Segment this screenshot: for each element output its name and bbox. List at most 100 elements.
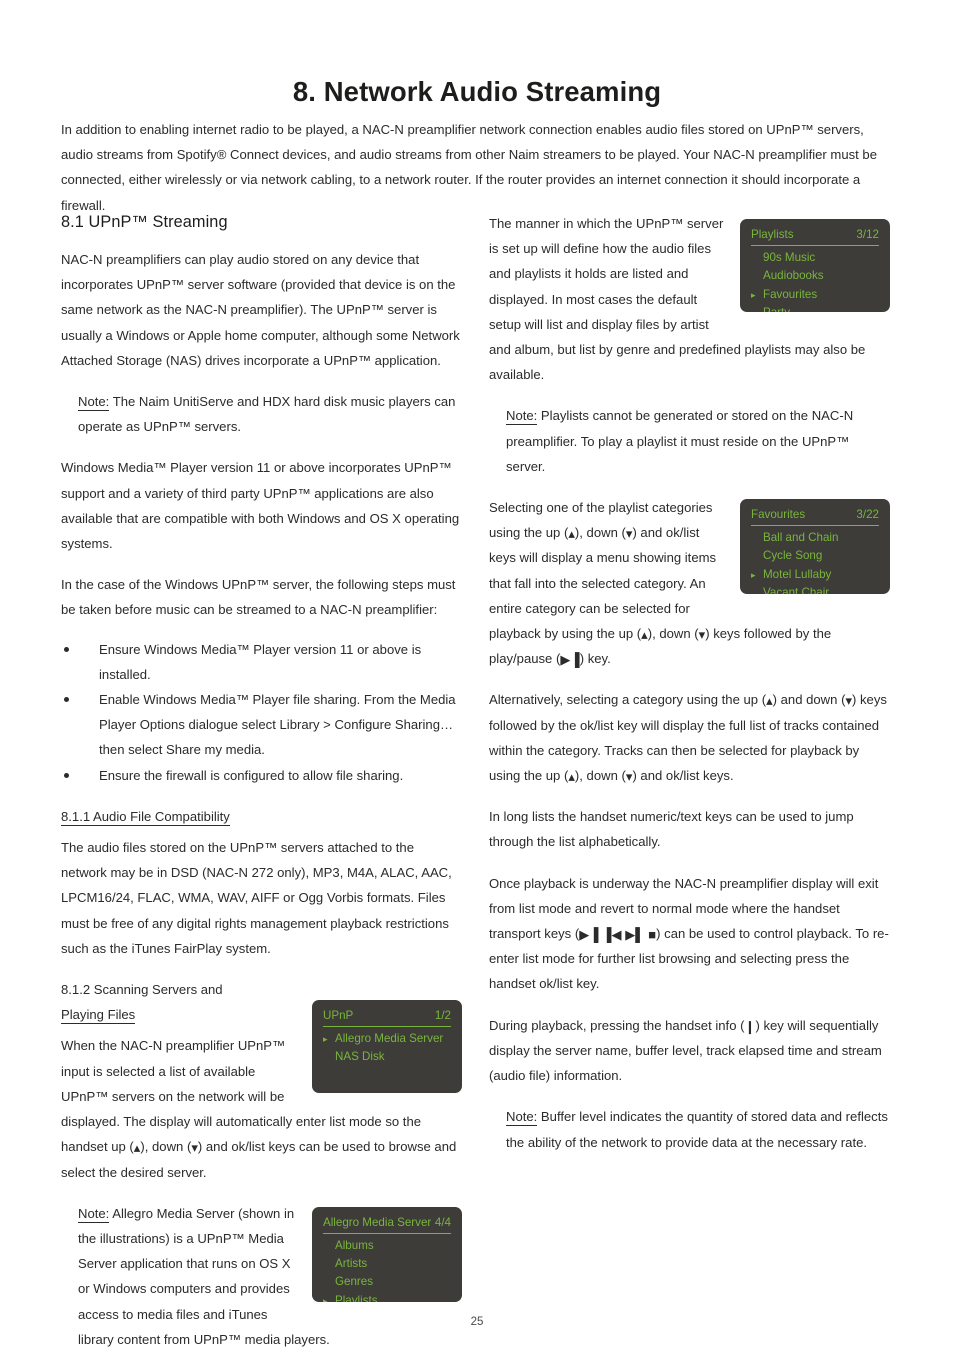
up-arrow-icon: ▴ <box>766 693 773 709</box>
upnp-display-block: UPnP 1/2 ▸ Allegro Media Server NAS Disk … <box>61 977 462 1201</box>
up-arrow-icon: ▴ <box>641 627 648 643</box>
display-list-item-label: Party <box>763 306 790 312</box>
display-list-item-label: Audiobooks <box>763 269 824 283</box>
document-page: 8. Network Audio Streaming In addition t… <box>0 0 954 1350</box>
info-icon: ❙ <box>744 1018 756 1034</box>
display-list-item[interactable]: NAS Disk <box>323 1048 451 1066</box>
note-label: Note: <box>506 408 538 426</box>
windows-setup-steps: Ensure Windows Media™ Player version 11 … <box>61 637 462 788</box>
device-display-upnp: UPnP 1/2 ▸ Allegro Media Server NAS Disk <box>312 1000 462 1094</box>
playlists-display-block: Playlists 3/12 90s Music Audiobooks ▸ Fav… <box>489 211 890 403</box>
up-arrow-icon: ▴ <box>568 769 575 785</box>
display-count: 4/4 <box>434 1215 451 1229</box>
display-count: 1/2 <box>434 1009 451 1023</box>
left-note-1: Note: The Naim UnitiServe and HDX hard d… <box>61 389 462 439</box>
right-paragraph-4: In long lists the handset numeric/text k… <box>489 809 854 850</box>
right-paragraph-2-part-b: ), down ( <box>574 525 626 541</box>
down-arrow-icon: ▾ <box>191 1140 198 1156</box>
display-list-item-label: NAS Disk <box>335 1050 385 1064</box>
section-heading-8-1: 8.1 UPnP™ Streaming <box>61 213 228 231</box>
play-pause-icon: ▶▐ <box>579 927 599 943</box>
display-list-item[interactable]: Party <box>751 304 879 312</box>
right-paragraph-6: During playback, pressing the handset in… <box>489 1013 890 1089</box>
display-list-item[interactable]: Audiobooks <box>751 267 879 285</box>
display-title: Allegro Media Server <box>323 1215 432 1229</box>
display-list-item[interactable]: Cycle Song <box>751 547 879 565</box>
display-list-item-label: Playlists <box>335 1293 378 1302</box>
display-list-item-label: Cycle Song <box>763 549 823 563</box>
right-note-2: Note: Buffer level indicates the quantit… <box>489 1104 890 1154</box>
display-list-item[interactable]: 90s Music <box>751 249 879 267</box>
display-count: 3/22 <box>856 508 879 522</box>
list-item: Ensure the firewall is configured to all… <box>61 763 462 788</box>
note-label: Note: <box>506 1109 538 1127</box>
device-display-allegro: Allegro Media Server 4/4 Albums Artists … <box>312 1206 462 1302</box>
display-list-item-label: Vacant Chair <box>763 585 830 595</box>
left-paragraph-3: In the case of the Windows UPnP™ server,… <box>61 577 456 618</box>
right-paragraph-3-part-a: Alternatively, selecting a category usin… <box>489 692 767 708</box>
left-column: 8.1 UPnP™ Streaming NAC-N preamplifiers … <box>61 211 462 1368</box>
device-display-playlists: Playlists 3/12 90s Music Audiobooks ▸ Fav… <box>740 219 890 312</box>
display-list-item-label: Artists <box>335 1257 368 1271</box>
display-list-item[interactable]: Genres <box>323 1273 451 1291</box>
note-text: Buffer level indicates the quantity of s… <box>506 1109 888 1150</box>
display-title: UPnP <box>323 1009 354 1023</box>
favourites-display-block: Favourites 3/22 Ball and Chain Cycle Son… <box>489 495 890 687</box>
display-list-item[interactable]: ▸ Favourites <box>751 286 879 304</box>
display-list-item-label: 90s Music <box>763 251 816 265</box>
display-count: 3/12 <box>856 228 879 241</box>
display-list-item-label: Genres <box>335 1275 374 1289</box>
display-header: UPnP 1/2 <box>323 1007 451 1028</box>
display-list-item[interactable]: ▸ Playlists <box>323 1292 451 1302</box>
list-item: Ensure Windows Media™ Player version 11 … <box>61 637 462 687</box>
note-label: Note: <box>78 394 110 412</box>
display-title: Playlists <box>751 228 794 241</box>
note-label: Note: <box>78 1205 110 1223</box>
right-column: Playlists 3/12 90s Music Audiobooks ▸ Fav… <box>489 211 890 1171</box>
display-header: Playlists 3/12 <box>751 226 879 247</box>
display-list-item-label: Albums <box>335 1238 374 1252</box>
display-list-item-label: Allegro Media Server <box>335 1032 444 1046</box>
intro-paragraph: In addition to enabling internet radio t… <box>61 122 877 213</box>
left-paragraph-5-part-b: ), down ( <box>140 1139 192 1155</box>
right-paragraph-3-part-d: ), down ( <box>574 768 626 784</box>
display-list-item[interactable]: Albums <box>323 1237 451 1255</box>
page-number: 25 <box>470 1316 484 1328</box>
display-list-item-label: Motel Lullaby <box>763 567 832 581</box>
allegro-display-block: Allegro Media Server 4/4 Albums Artists … <box>61 1201 462 1368</box>
display-title: Favourites <box>751 508 806 522</box>
subsection-heading-text: 8.1.1 Audio File Compatibility <box>61 808 230 826</box>
right-paragraph-5: Once playback is underway the NAC-N prea… <box>489 871 890 997</box>
up-arrow-icon: ▴ <box>568 526 575 542</box>
play-pause-icon: ▶▐ <box>560 652 580 668</box>
display-list-item[interactable]: ▸ Allegro Media Server <box>323 1030 451 1048</box>
list-arrow-icon: ▸ <box>751 289 756 300</box>
right-note-1: Note: Playlists cannot be generated or s… <box>489 403 890 479</box>
right-paragraph-3-part-b: ) and down ( <box>772 692 846 708</box>
display-list-item[interactable]: ▸ Motel Lullaby <box>751 566 879 584</box>
page-title: 8. Network Audio Streaming <box>292 76 662 108</box>
right-paragraph-3-part-e: ) and ok/list keys. <box>632 768 734 784</box>
display-list-item[interactable]: Vacant Chair <box>751 584 879 594</box>
list-item: Enable Windows Media™ Player file sharin… <box>61 687 462 763</box>
right-paragraph-6-part-a: During playback, pressing the handset in… <box>489 1017 745 1033</box>
note-text: Playlists cannot be generated or stored … <box>506 408 854 474</box>
left-paragraph-4: The audio files stored on the UPnP™ serv… <box>61 840 452 956</box>
display-list-item-label: Ball and Chain <box>763 531 839 545</box>
display-header: Favourites 3/22 <box>751 506 879 527</box>
right-paragraph-2-part-f: ) key. <box>579 651 611 667</box>
display-list-item-label: Favourites <box>763 287 818 301</box>
subsection-heading-line2: Playing Files <box>61 1007 136 1025</box>
list-arrow-icon: ▸ <box>323 1295 328 1302</box>
device-display-favourites: Favourites 3/22 Ball and Chain Cycle Son… <box>740 499 890 595</box>
subsection-heading-line1: 8.1.2 Scanning Servers and <box>61 982 223 998</box>
left-paragraph-1: NAC-N preamplifiers can play audio store… <box>61 252 460 368</box>
list-arrow-icon: ▸ <box>323 1034 328 1045</box>
list-arrow-icon: ▸ <box>751 569 756 580</box>
note-text: The Naim UnitiServe and HDX hard disk mu… <box>78 394 456 435</box>
previous-track-icon: ▐◀ <box>602 927 622 943</box>
display-list-item[interactable]: Artists <box>323 1255 451 1273</box>
right-paragraph-3: Alternatively, selecting a category usin… <box>489 687 890 788</box>
left-paragraph-2: Windows Media™ Player version 11 or abov… <box>61 460 460 552</box>
display-list-item[interactable]: Ball and Chain <box>751 529 879 547</box>
